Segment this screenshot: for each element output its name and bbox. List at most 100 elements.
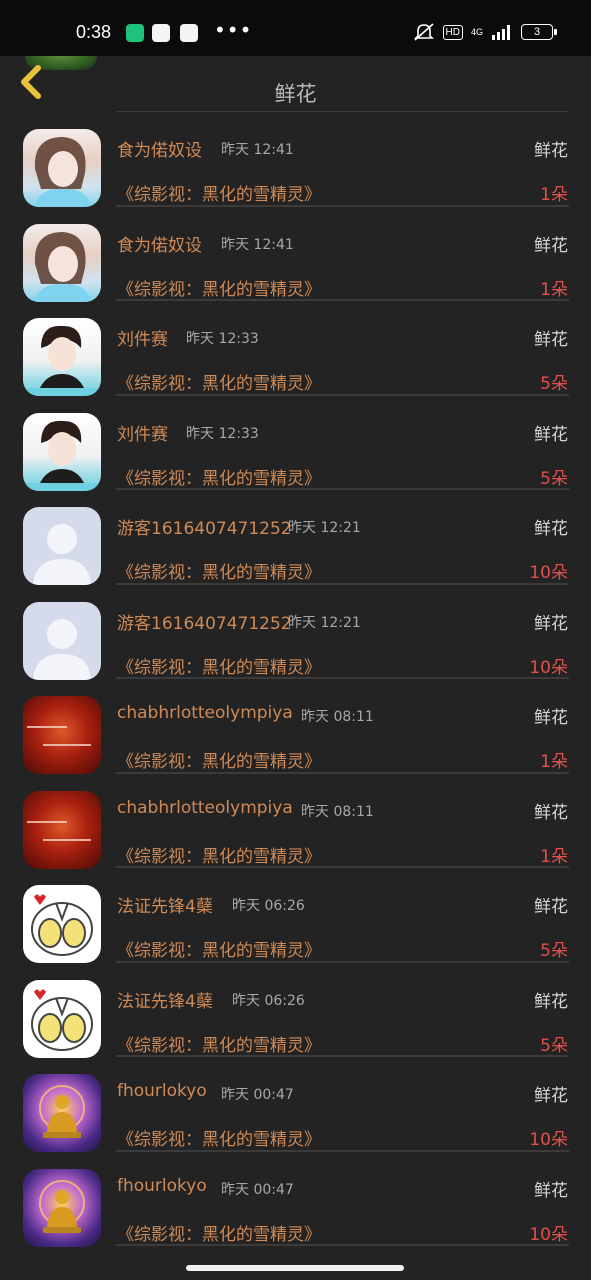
gift-type: 鲜花 <box>534 1180 568 1201</box>
list-item[interactable]: 游客1616407471252 昨天 12:21 鲜花《综影视：黑化的雪精灵》 10朵 <box>0 490 591 585</box>
gift-count: 5朵 <box>540 1035 568 1056</box>
gift-type: 鲜花 <box>534 897 568 917</box>
gift-time: 昨天 08:11 <box>301 803 374 820</box>
book-title[interactable]: 《综影视：黑化的雪精灵》 <box>117 653 321 678</box>
mute-bell-icon <box>413 23 434 41</box>
home-indicator[interactable] <box>186 1265 404 1271</box>
user-name[interactable]: fhourlokyo <box>117 1176 207 1196</box>
gift-time: 昨天 12:41 <box>221 236 294 253</box>
user-name[interactable]: fhourlokyo <box>117 1081 207 1101</box>
book-title[interactable]: 《综影视：黑化的雪精灵》 <box>117 180 321 205</box>
gift-type: 鲜花 <box>534 519 568 539</box>
man-avatar[interactable] <box>23 412 101 491</box>
list-item[interactable]: 食为偌奴设 昨天 12:41 鲜花《综影视：黑化的雪精灵》 1朵 <box>0 112 591 207</box>
list-item[interactable]: 法证先锋4蘖 昨天 06:26 鲜花《综影视：黑化的雪精灵》 5朵 <box>0 868 591 963</box>
gift-time: 昨天 08:11 <box>301 709 374 725</box>
gift-type: 鲜花 <box>534 330 568 350</box>
gift-time: 昨天 06:26 <box>232 898 305 914</box>
book-title[interactable]: 《综影视：黑化的雪精灵》 <box>117 936 321 961</box>
gift-time: 昨天 12:41 <box>221 142 294 158</box>
user-name[interactable]: 游客1616407471252 <box>117 609 292 634</box>
book-title[interactable]: 《综影视：黑化的雪精灵》 <box>117 464 321 489</box>
user-name[interactable]: chabhrlotteolympiya <box>117 798 293 818</box>
user-name[interactable]: chabhrlotteolympiya <box>117 703 293 723</box>
book-title[interactable]: 《综影视：黑化的雪精灵》 <box>117 1125 321 1150</box>
gift-type: 鲜花 <box>534 141 568 161</box>
gift-time: 昨天 12:21 <box>288 614 361 631</box>
user-name[interactable]: 食为偌奴设 <box>117 231 202 256</box>
gift-list: 食为偌奴设 昨天 12:41 鲜花 《综影视：黑化的雪精灵》 1朵 食为偌奴设 昨天 12:… <box>0 112 591 1247</box>
gift-count: 1朵 <box>540 279 568 300</box>
list-item[interactable]: 刘件赛 昨天 12:33 鲜花《综影视：黑化的雪精灵》 5朵 <box>0 396 591 491</box>
divider <box>116 1244 569 1246</box>
book-title[interactable]: 《综影视：黑化的雪精灵》 <box>117 558 321 583</box>
play-store-icon <box>152 24 170 42</box>
network-type: 4G <box>470 26 483 37</box>
guest-avatar[interactable] <box>23 507 101 585</box>
page-title: 鲜花 <box>274 82 317 106</box>
gift-type: 鲜花 <box>534 708 568 728</box>
gift-count: 1朵 <box>540 846 568 867</box>
list-item[interactable]: 食为偌奴设 昨天 12:41 鲜花《综影视：黑化的雪精灵》 1朵 <box>0 207 591 302</box>
gift-type: 鲜花 <box>534 235 568 256</box>
list-item[interactable]: 游客1616407471252 昨天 12:21 鲜花《综影视：黑化的雪精灵》 10朵 <box>0 585 591 680</box>
gift-time: 昨天 12:21 <box>288 520 361 536</box>
status-time: 0:38 <box>76 22 112 42</box>
list-item[interactable]: chabhrlotteolympiya 昨天 08:11 鲜花《综影视：黑化的雪精灵… <box>0 679 591 774</box>
man-avatar[interactable] <box>23 318 101 396</box>
list-item[interactable]: fhourlokyo 昨天 00:47 鲜花《综影视：黑化的雪精灵》 10朵 <box>0 1152 591 1247</box>
gift-time: 昨天 12:33 <box>186 425 259 442</box>
gift-count: 10朵 <box>529 1130 568 1150</box>
user-name[interactable]: 游客1616407471252 <box>117 514 292 539</box>
gift-count: 5朵 <box>540 374 568 394</box>
gift-count: 5朵 <box>540 468 568 489</box>
gift-type: 鲜花 <box>534 613 568 634</box>
gift-count: 1朵 <box>540 752 568 772</box>
gift-time: 昨天 06:26 <box>232 992 305 1009</box>
status-bar: 0:38 ••• HD 4G 3 <box>0 0 591 56</box>
robot-avatar[interactable] <box>23 979 101 1058</box>
book-title[interactable]: 《综影视：黑化的雪精灵》 <box>117 1220 321 1245</box>
gift-type: 鲜花 <box>534 802 568 823</box>
list-item[interactable]: fhourlokyo 昨天 00:47 鲜花《综影视：黑化的雪精灵》 10朵 <box>0 1057 591 1152</box>
security-app-icon <box>126 24 144 42</box>
gift-count: 10朵 <box>529 563 568 583</box>
buddha-avatar[interactable] <box>23 1168 101 1247</box>
gift-type: 鲜花 <box>534 1086 568 1106</box>
girl-avatar[interactable] <box>23 129 101 207</box>
play-store-icon <box>180 24 198 42</box>
gift-count: 10朵 <box>529 657 568 678</box>
guest-avatar[interactable] <box>23 601 101 680</box>
gift-count: 1朵 <box>540 185 568 205</box>
gift-time: 昨天 12:33 <box>186 331 259 347</box>
list-item[interactable]: 刘件赛 昨天 12:33 鲜花《综影视：黑化的雪精灵》 5朵 <box>0 301 591 396</box>
gift-time: 昨天 00:47 <box>221 1087 294 1103</box>
signal-icon <box>492 25 510 40</box>
user-name[interactable]: 食为偌奴设 <box>117 136 202 161</box>
hd-icon: HD <box>442 24 463 40</box>
user-name[interactable]: 法证先锋4蘖 <box>117 892 213 917</box>
more-notifications-icon: ••• <box>214 18 253 42</box>
red-avatar[interactable] <box>23 696 101 774</box>
user-name[interactable]: 刘件赛 <box>117 325 168 350</box>
header: 鲜花 <box>0 56 591 112</box>
robot-avatar[interactable] <box>23 885 101 963</box>
buddha-avatar[interactable] <box>23 1074 101 1152</box>
girl-avatar[interactable] <box>23 223 101 302</box>
gift-type: 鲜花 <box>534 991 568 1012</box>
book-title[interactable]: 《综影视：黑化的雪精灵》 <box>117 369 321 394</box>
user-name[interactable]: 刘件赛 <box>117 420 168 445</box>
gift-count: 10朵 <box>529 1224 568 1245</box>
battery-icon: 3 <box>521 24 557 40</box>
book-title[interactable]: 《综影视：黑化的雪精灵》 <box>117 842 321 867</box>
book-title[interactable]: 《综影视：黑化的雪精灵》 <box>117 1031 321 1056</box>
gift-time: 昨天 00:47 <box>221 1181 294 1198</box>
list-item[interactable]: chabhrlotteolympiya 昨天 08:11 鲜花《综影视：黑化的雪精灵… <box>0 774 591 869</box>
user-name[interactable]: 法证先锋4蘖 <box>117 987 213 1012</box>
red-avatar[interactable] <box>23 790 101 869</box>
book-title[interactable]: 《综影视：黑化的雪精灵》 <box>117 275 321 300</box>
gift-count: 5朵 <box>540 941 568 961</box>
gift-type: 鲜花 <box>534 424 568 445</box>
book-title[interactable]: 《综影视：黑化的雪精灵》 <box>117 747 321 772</box>
list-item[interactable]: 法证先锋4蘖 昨天 06:26 鲜花《综影视：黑化的雪精灵》 5朵 <box>0 963 591 1058</box>
